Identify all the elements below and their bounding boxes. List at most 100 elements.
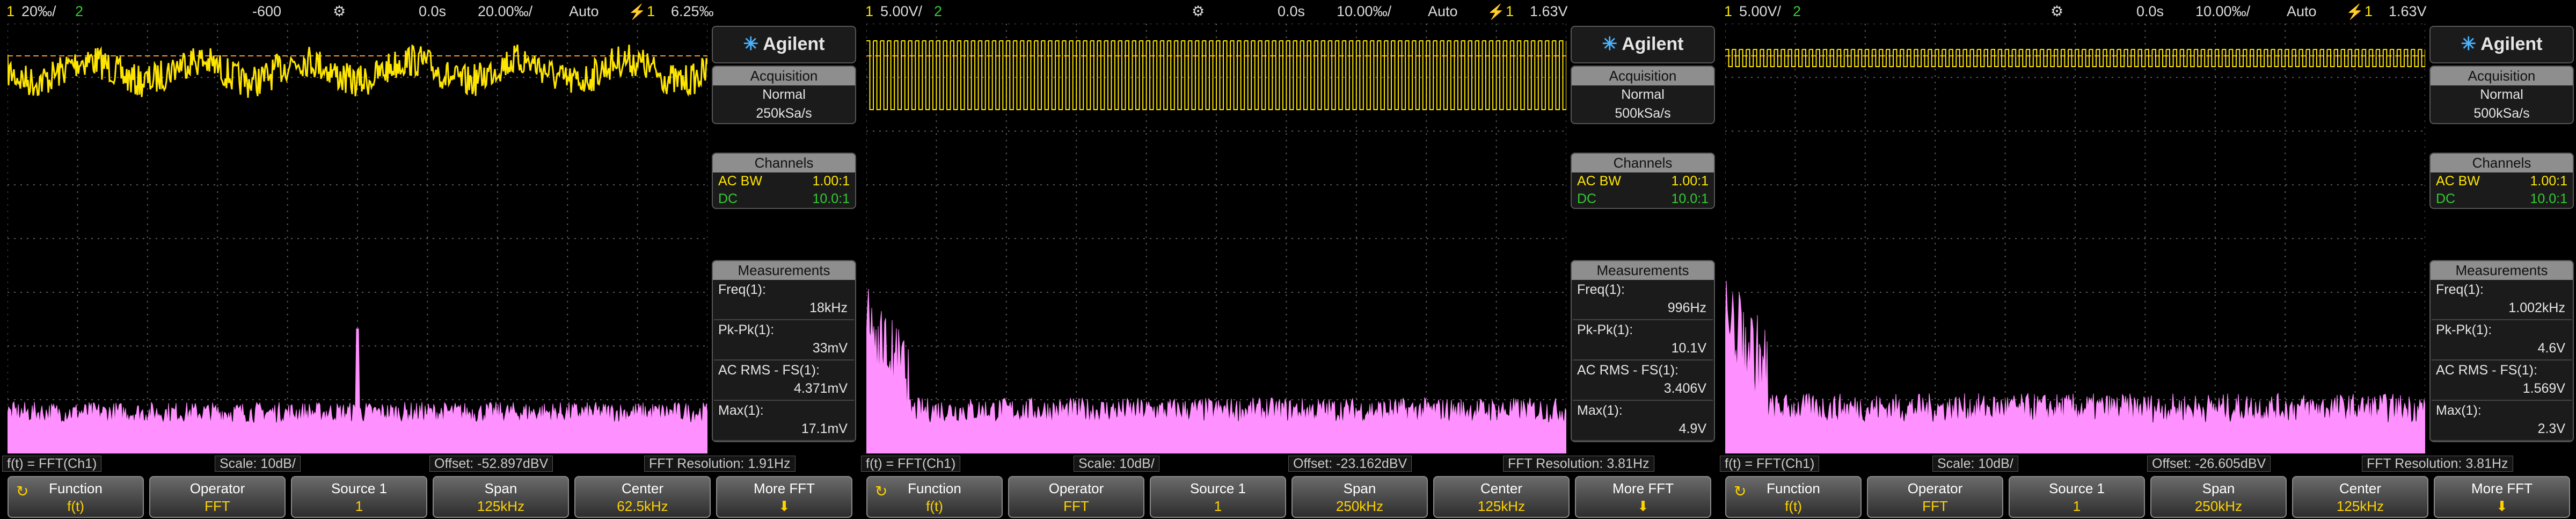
waveform-svg: [866, 23, 1567, 454]
math-status-field: f(t) = FFT(Ch1): [2, 456, 102, 472]
ch1-scale[interactable]: 5.00V/: [1739, 3, 1781, 20]
softkey-span[interactable]: Span 250kHz: [2150, 476, 2287, 518]
math-status-field: f(t) = FFT(Ch1): [861, 456, 961, 472]
softkey-more-fft[interactable]: More FFT ⬇: [2434, 476, 2570, 518]
measurement-item: Pk-Pk(1): 33mV: [713, 320, 855, 361]
trigger-icon: ⚡: [628, 4, 646, 20]
measurement-value: 1.002kHz: [2508, 300, 2565, 315]
ch1-number[interactable]: 1: [865, 3, 873, 20]
ch1-scale[interactable]: 5.00V/: [880, 3, 922, 20]
measurement-item: AC RMS - FS(1): 3.406V: [1572, 361, 1714, 401]
ch1-number[interactable]: 1: [1724, 3, 1732, 20]
measurement-item: AC RMS - FS(1): 1.569V: [2431, 361, 2573, 401]
softkey-value: 125kHz: [477, 498, 525, 514]
measurements-header: Measurements: [713, 261, 855, 280]
info-side-panel: ✳ Agilent Acquisition Normal 500kSa/s Channe…: [1568, 24, 1717, 453]
time-div[interactable]: 10.00‰/: [2195, 3, 2250, 20]
measurement-item: Max(1): 4.9V: [1572, 401, 1714, 441]
waveform-display[interactable]: [866, 23, 1567, 454]
measurements-header: Measurements: [1572, 261, 1714, 280]
measurements-panel[interactable]: Measurements Freq(1): 18kHz Pk-Pk(1): 33mV AC…: [712, 260, 856, 442]
softkey-source-1[interactable]: Source 1 1: [291, 476, 427, 518]
ch1-number[interactable]: 1: [6, 3, 14, 20]
softkey-source-1[interactable]: Source 1 1: [2009, 476, 2145, 518]
softkey-value: 125kHz: [1477, 498, 1526, 514]
softkey-operator[interactable]: Operator FFT: [1867, 476, 2003, 518]
measurement-item: Max(1): 17.1mV: [713, 401, 855, 441]
time-div[interactable]: 20.00‰/: [478, 3, 532, 20]
time-div[interactable]: 10.00‰/: [1337, 3, 1391, 20]
ch2-number[interactable]: 2: [934, 3, 942, 20]
agilent-spark-icon: ✳: [1602, 34, 1622, 54]
channels-panel[interactable]: Channels AC BW 1.00:1 DC 10.0:1: [2429, 153, 2574, 209]
waveform-display[interactable]: [6, 23, 709, 454]
measurement-name: AC RMS - FS(1):: [1577, 363, 1679, 378]
math-status-field: FFT Resolution: 3.81Hz: [1503, 456, 1654, 472]
channel-row: DC 10.0:1: [2431, 190, 2573, 208]
sample-rate: 500kSa/s: [1615, 106, 1671, 121]
channel-row: AC BW 1.00:1: [1572, 172, 1714, 190]
marker-value: -600: [252, 3, 282, 19]
math-status-field: Scale: 10dB/: [1074, 456, 1159, 472]
measurements-panel[interactable]: Measurements Freq(1): 996Hz Pk-Pk(1): 10.1V A…: [1571, 260, 1715, 442]
trigger-level[interactable]: 1.63V: [1530, 3, 1568, 20]
softkey-center[interactable]: Center 125kHz: [2292, 476, 2428, 518]
acquisition-panel[interactable]: Acquisition Normal 500kSa/s: [2429, 66, 2574, 124]
softkey-center[interactable]: Center 62.5kHz: [574, 476, 711, 518]
softkey-label: More FFT: [1612, 480, 1674, 496]
three-scope-screens: 1 20‰/2 ⚙ 0.0s 20.00‰/Auto ⚡ 1 6.25‰ -600 ✳ Agile…: [0, 0, 2576, 519]
scope-screen-3: 1 5.00V/2 ⚙ 0.0s 10.00‰/Auto ⚡ 1 1.63V ✳ Agilent…: [1718, 0, 2576, 519]
channel-coupling: AC BW: [718, 174, 762, 189]
trigger-source[interactable]: 1: [1506, 3, 1514, 20]
channel-row: AC BW 1.00:1: [713, 172, 855, 190]
softkey-function[interactable]: ↻ Function f(t): [8, 476, 144, 518]
measurements-panel[interactable]: Measurements Freq(1): 1.002kHz Pk-Pk(1): 4.6…: [2429, 260, 2574, 442]
time-offset[interactable]: 0.0s: [2136, 3, 2164, 20]
channels-panel[interactable]: Channels AC BW 1.00:1 DC 10.0:1: [712, 153, 856, 209]
ch1-scale[interactable]: 20‰/: [21, 3, 56, 20]
trigger-level[interactable]: 1.63V: [2389, 3, 2427, 20]
softkey-span[interactable]: Span 125kHz: [433, 476, 569, 518]
softkey-value: 1: [355, 498, 363, 514]
softkey-bar: ↻ Function f(t) Operator FFT Source 1 1 Span 250…: [859, 473, 1717, 519]
softkey-source-1[interactable]: Source 1 1: [1150, 476, 1286, 518]
agilent-spark-icon: ✳: [743, 34, 763, 54]
softkey-label: Function: [908, 480, 961, 496]
softkey-operator[interactable]: Operator FFT: [149, 476, 286, 518]
softkey-function[interactable]: ↻ Function f(t): [866, 476, 1003, 518]
channel-coupling: DC: [718, 191, 738, 206]
softkey-more-fft[interactable]: More FFT ⬇: [1575, 476, 1711, 518]
trigger-source[interactable]: 1: [647, 3, 655, 20]
softkey-function[interactable]: ↻ Function f(t): [1725, 476, 1862, 518]
softkey-span[interactable]: Span 250kHz: [1291, 476, 1428, 518]
trigger-mode[interactable]: Auto: [2287, 3, 2317, 20]
softkey-more-fft[interactable]: More FFT ⬇: [716, 476, 852, 518]
acquisition-panel[interactable]: Acquisition Normal 500kSa/s: [1571, 66, 1715, 124]
trigger-source[interactable]: 1: [2365, 3, 2373, 20]
softkey-center[interactable]: Center 125kHz: [1433, 476, 1570, 518]
time-offset[interactable]: 0.0s: [419, 3, 446, 20]
channel-coupling: DC: [2436, 191, 2456, 206]
channel-probe: 1.00:1: [812, 174, 850, 189]
rotate-knob-icon: ↻: [1734, 483, 1747, 500]
waveform-display[interactable]: [1725, 23, 2426, 454]
math-status-bar: f(t) = FFT(Ch1) Scale: 10dB/Offset: -52.8…: [0, 453, 858, 473]
ch2-number[interactable]: 2: [75, 3, 83, 20]
acquisition-panel[interactable]: Acquisition Normal 250kSa/s: [712, 66, 856, 124]
brand-panel: ✳ Agilent: [1571, 26, 1715, 63]
measurement-value: 4.371mV: [793, 381, 848, 396]
channels-header: Channels: [713, 154, 855, 172]
trigger-level[interactable]: 6.25‰: [671, 3, 714, 20]
math-status-field: Offset: -52.897dBV: [429, 456, 553, 472]
channels-panel[interactable]: Channels AC BW 1.00:1 DC 10.0:1: [1571, 153, 1715, 209]
time-offset[interactable]: 0.0s: [1278, 3, 1305, 20]
ch2-number[interactable]: 2: [1793, 3, 1801, 20]
softkey-operator[interactable]: Operator FFT: [1008, 476, 1144, 518]
scope-screen-1: 1 20‰/2 ⚙ 0.0s 20.00‰/Auto ⚡ 1 6.25‰ -600 ✳ Agile…: [0, 0, 858, 519]
softkey-value: f(t): [67, 498, 84, 514]
trigger-mode[interactable]: Auto: [569, 3, 599, 20]
measurement-name: AC RMS - FS(1):: [718, 363, 820, 378]
trigger-mode[interactable]: Auto: [1428, 3, 1458, 20]
info-side-panel: ✳ Agilent Acquisition Normal 250kSa/s Channe…: [710, 24, 858, 453]
channel-probe: 1.00:1: [1671, 174, 1709, 189]
